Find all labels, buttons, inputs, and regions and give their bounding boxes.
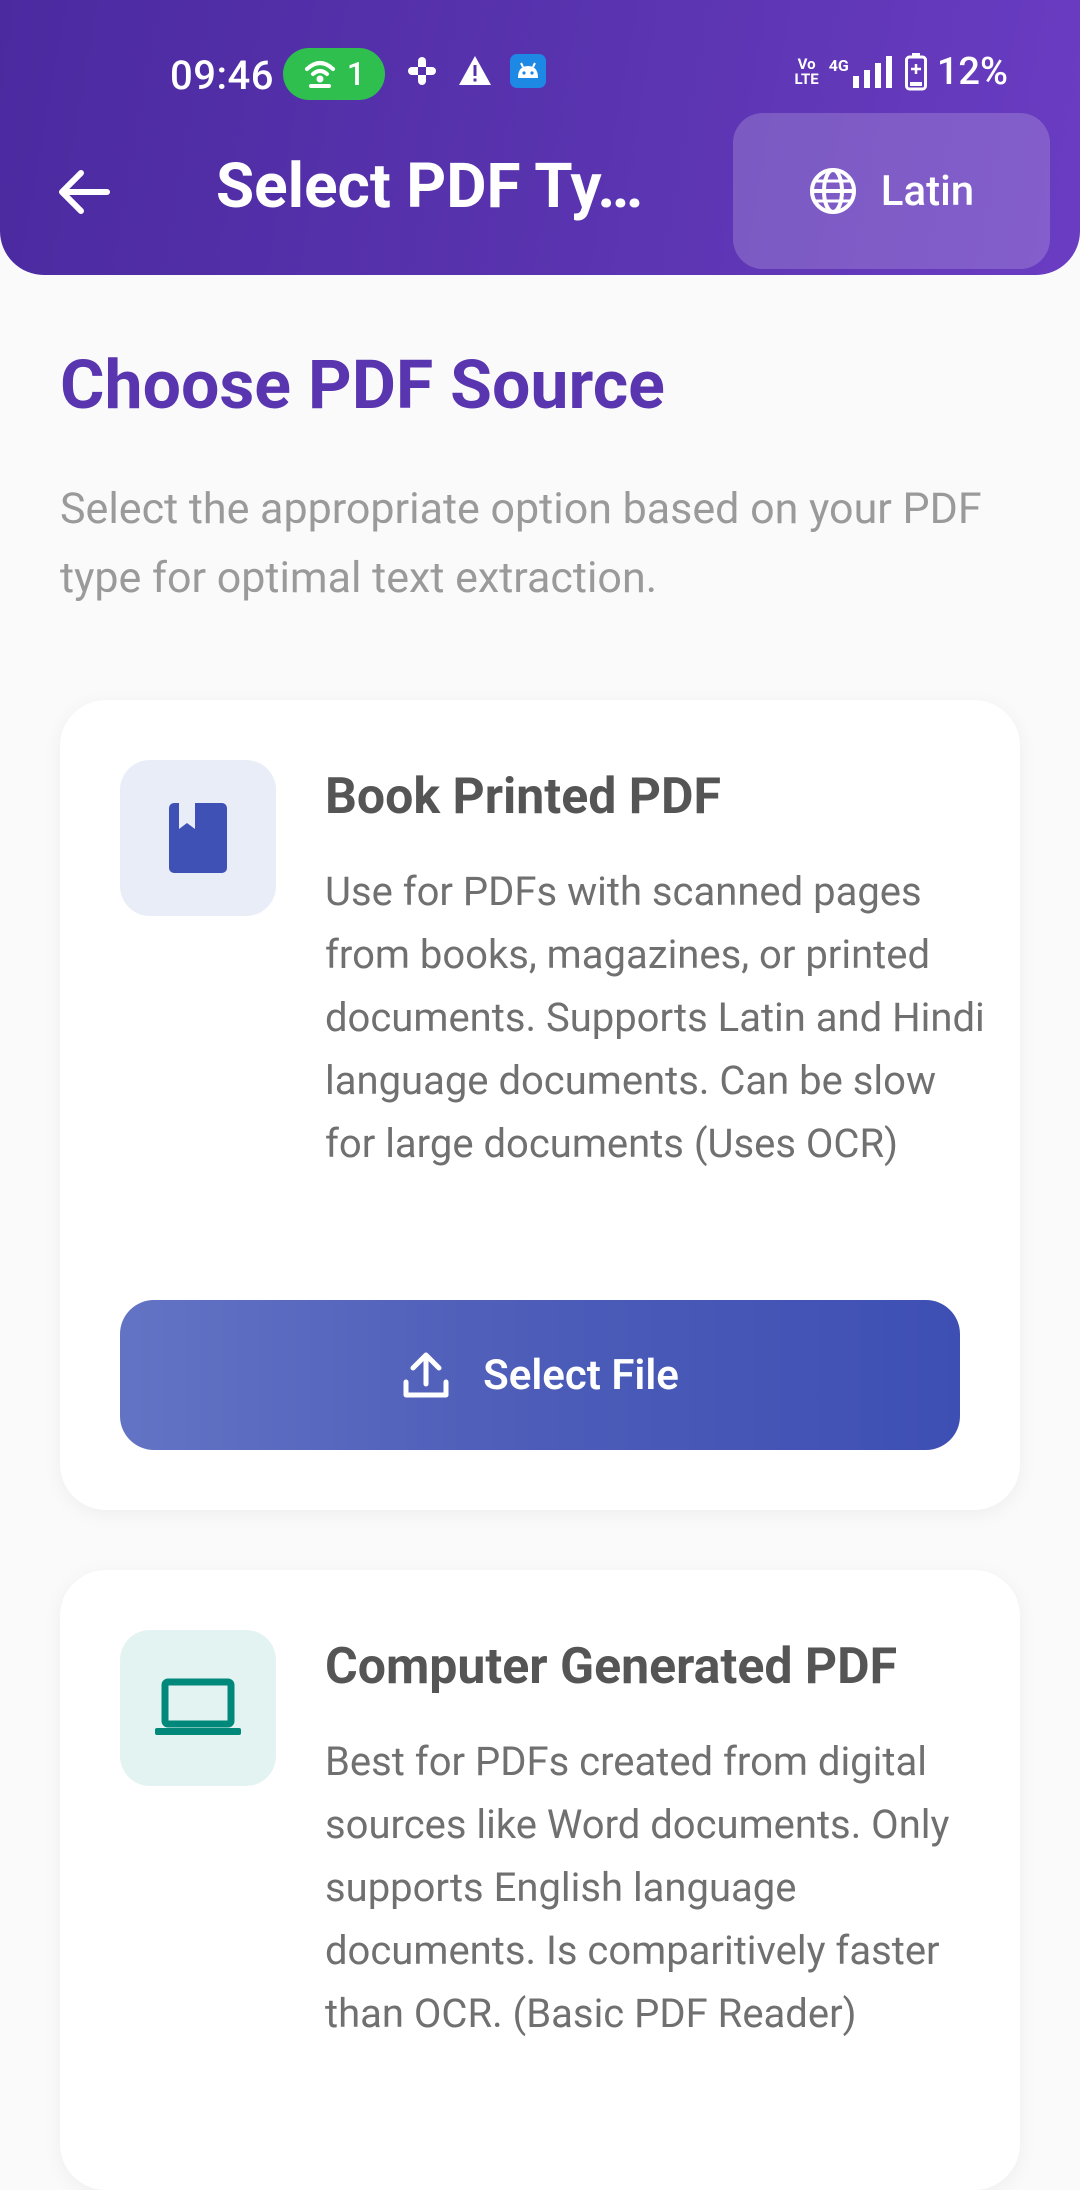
card-computer-generated-pdf: Computer Generated PDF Best for PDFs cre… <box>60 1570 1020 2190</box>
back-button[interactable] <box>52 160 116 224</box>
card-book-printed-pdf: Book Printed PDF Use for PDFs with scann… <box>60 700 1020 1510</box>
arrow-back-icon <box>59 170 110 214</box>
book-icon <box>169 803 227 873</box>
battery-icon <box>904 53 927 91</box>
laptop-icon <box>155 1678 241 1735</box>
status-time: 09:46 <box>170 52 274 99</box>
slack-icon <box>408 57 436 85</box>
app-header: 09:46 1 Vo LTE 4G 12% Select PDF Ty… Lat… <box>0 0 1080 275</box>
hotspot-badge: 1 <box>283 48 385 100</box>
signal-indicator: 4G <box>829 56 895 88</box>
hotspot-icon <box>304 61 335 88</box>
section-heading: Choose PDF Source <box>60 345 665 425</box>
card-title: Computer Generated PDF <box>325 1638 898 1696</box>
network-type: 4G <box>828 56 849 75</box>
card-icon-container <box>120 1630 276 1786</box>
hotspot-count: 1 <box>346 55 366 93</box>
battery-percent: 12% <box>936 50 1008 94</box>
section-subtitle: Select the appropriate option based on y… <box>60 484 982 603</box>
page-title: Select PDF Ty… <box>216 150 644 223</box>
status-right: Vo LTE 4G 12% <box>795 50 1008 94</box>
language-label: Latin <box>880 166 975 216</box>
select-file-button[interactable]: Select File <box>120 1300 960 1450</box>
card-description: Best for PDFs created from digital sourc… <box>325 1738 950 2037</box>
card-title: Book Printed PDF <box>325 768 721 826</box>
upload-icon <box>403 1352 449 1398</box>
card-icon-container <box>120 760 276 916</box>
volte-indicator: Vo LTE <box>794 55 819 88</box>
android-app-icon <box>510 54 546 88</box>
language-button[interactable]: Latin <box>733 113 1050 269</box>
status-bar: 09:46 1 Vo LTE 4G 12% <box>0 40 1080 110</box>
globe-icon <box>809 168 856 214</box>
select-file-label: Select File <box>483 1350 679 1400</box>
alert-icon <box>459 56 491 85</box>
signal-icon <box>852 56 892 88</box>
card-description: Use for PDFs with scanned pages from boo… <box>325 868 985 1167</box>
